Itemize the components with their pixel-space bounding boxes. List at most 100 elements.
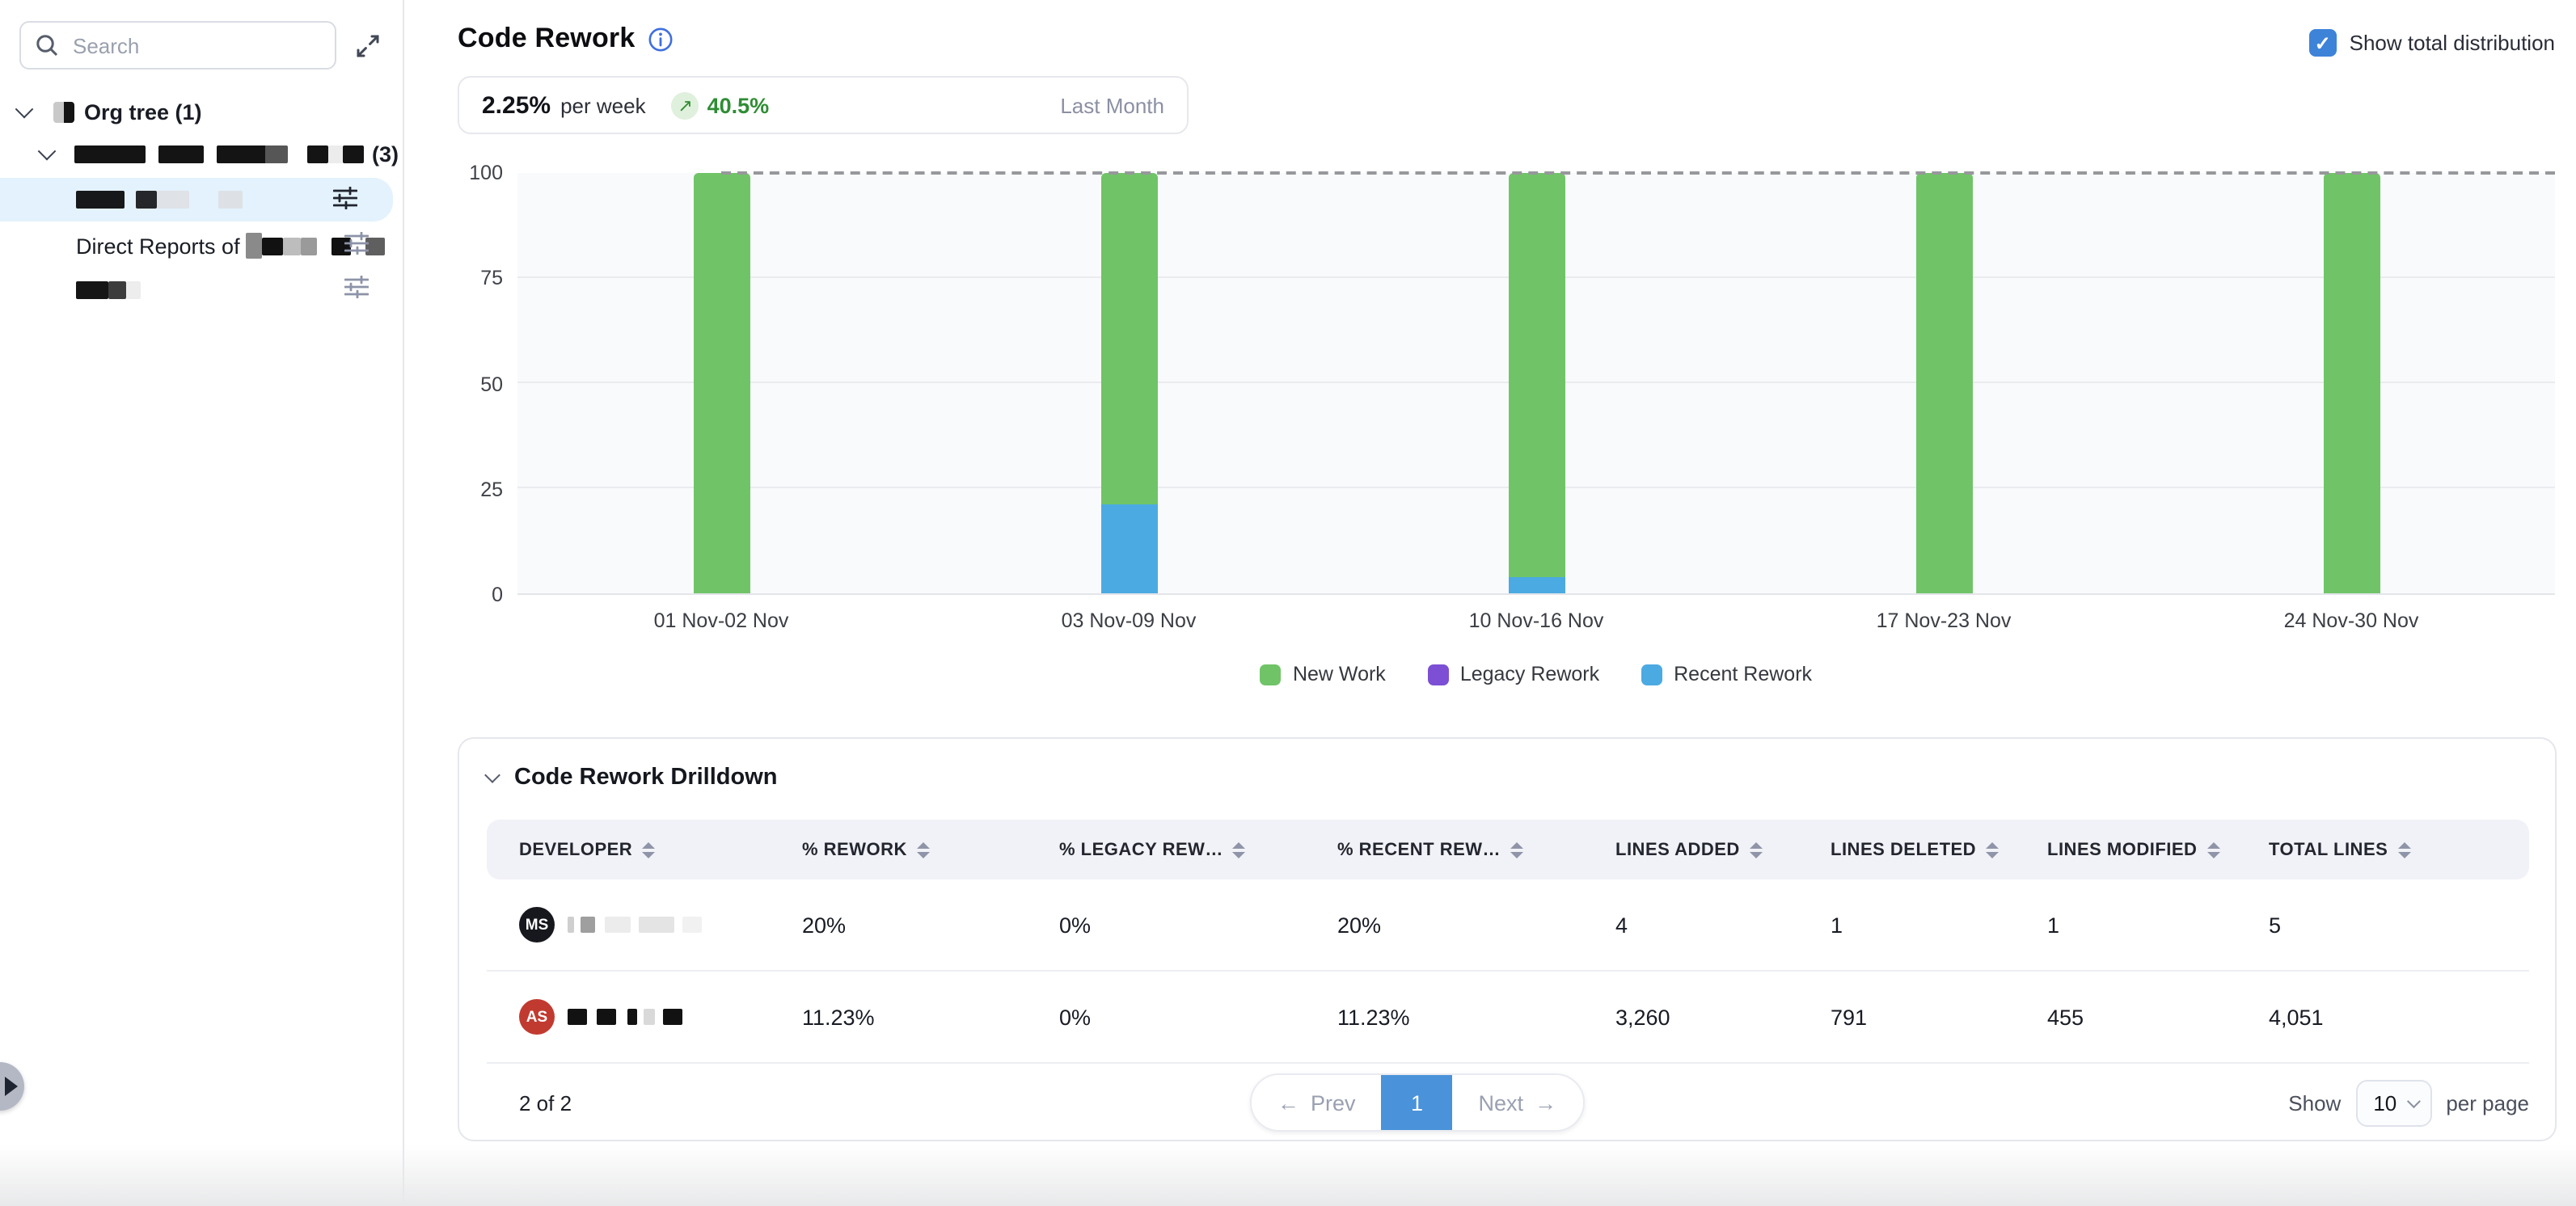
search-input[interactable]: [70, 32, 320, 59]
bar-stack[interactable]: [693, 173, 750, 593]
bar-segment-new-work[interactable]: [2323, 173, 2380, 593]
bar-stack[interactable]: [1915, 173, 1972, 593]
bar-segment-new-work[interactable]: [1100, 173, 1157, 505]
tree-row-org-root[interactable]: Org tree (1): [0, 91, 404, 133]
collapse-section-chevron-icon[interactable]: [484, 767, 500, 783]
sort-icon[interactable]: [1233, 841, 1246, 858]
rework-rate-value: 2.25%: [482, 91, 551, 119]
filter-settings-icon[interactable]: [333, 186, 357, 213]
pct-rework-cell: 11.23%: [802, 1005, 1059, 1029]
legend-swatch: [1641, 664, 1662, 685]
bar-10 Nov-16 Nov[interactable]: [1332, 173, 1740, 593]
column-header-pct-legacy-rework[interactable]: % LEGACY REW…: [1059, 840, 1337, 859]
bar-segment-new-work[interactable]: [693, 173, 750, 593]
sort-icon[interactable]: [1986, 841, 1999, 858]
sort-icon[interactable]: [1750, 841, 1763, 858]
tree-row-direct-reports[interactable]: Direct Reports of: [0, 225, 404, 267]
legend-swatch: [1428, 664, 1449, 685]
sort-icon[interactable]: [1510, 841, 1523, 858]
rework-stacked-bar-chart: 0255075100 01 Nov-02 Nov03 Nov-09 Nov10 …: [458, 173, 2576, 690]
tree-row-group[interactable]: (3): [0, 133, 404, 175]
column-label: LINES ADDED: [1615, 840, 1740, 859]
sort-icon[interactable]: [2206, 841, 2219, 858]
bar-segment-new-work[interactable]: [1915, 173, 1972, 593]
filter-settings-icon[interactable]: [344, 276, 369, 303]
redacted-text: [108, 280, 126, 298]
table-row[interactable]: AS 11.23% 0% 11.23% 3,260 791 455 4,051: [487, 972, 2529, 1064]
bar-stack[interactable]: [1508, 173, 1565, 593]
column-header-developer[interactable]: DEVELOPER: [487, 840, 802, 859]
prev-page-button[interactable]: ← Prev: [1252, 1075, 1382, 1130]
redacted-text: [663, 1009, 682, 1025]
rework-rate-unit: per week: [560, 93, 646, 117]
x-tick-label: 24 Nov-30 Nov: [2147, 609, 2555, 632]
table-footer: 2 of 2 ← Prev 1 Next → Show 10: [487, 1064, 2529, 1141]
bar-segment-recent-rework[interactable]: [1508, 576, 1565, 593]
redacted-text: [136, 191, 157, 209]
sort-icon[interactable]: [2397, 841, 2410, 858]
bar-03 Nov-09 Nov[interactable]: [925, 173, 1332, 593]
redacted-text: [627, 1009, 637, 1025]
trend-up-arrow-icon: ↗: [672, 91, 699, 119]
filter-settings-icon[interactable]: [344, 232, 369, 259]
pct-legacy-cell: 0%: [1059, 913, 1337, 937]
page-1-button[interactable]: 1: [1382, 1075, 1453, 1130]
tree-row-selected-team[interactable]: [0, 178, 393, 221]
chevron-down-icon[interactable]: [38, 142, 57, 161]
chart-legend: New Work Legacy Rework Recent Rework: [517, 663, 2555, 685]
redacted-text: [639, 917, 674, 933]
search-box[interactable]: [19, 21, 336, 70]
sort-icon[interactable]: [917, 841, 930, 858]
column-header-pct-rework[interactable]: % REWORK: [802, 840, 1059, 859]
bar-plot: [517, 173, 2555, 595]
pct-rework-cell: 20%: [802, 913, 1059, 937]
redacted-text: [581, 917, 595, 933]
avatar: MS: [519, 907, 555, 942]
show-total-distribution-label: Show total distribution: [2350, 31, 2555, 55]
x-axis: 01 Nov-02 Nov03 Nov-09 Nov10 Nov-16 Nov1…: [517, 609, 2555, 632]
sort-icon[interactable]: [642, 841, 655, 858]
bar-segment-recent-rework[interactable]: [1100, 505, 1157, 593]
sidebar-collapse-toggle[interactable]: [0, 1062, 24, 1111]
redacted-text: [74, 145, 146, 162]
bar-stack[interactable]: [1100, 173, 1157, 593]
info-icon[interactable]: [648, 27, 672, 51]
group-count-label: (3): [372, 141, 399, 166]
caret-right-icon: [5, 1077, 18, 1096]
y-tick-label: 100: [469, 162, 503, 184]
trend-value: 40.5%: [707, 93, 770, 117]
legend-item-legacy-rework[interactable]: Legacy Rework: [1428, 663, 1599, 685]
redacted-text: [605, 917, 631, 933]
per-page-label: per page: [2446, 1090, 2529, 1115]
tree-row-member[interactable]: [0, 268, 404, 310]
legend-swatch: [1261, 664, 1282, 685]
arrow-right-icon: →: [1535, 1090, 1556, 1115]
show-total-distribution-checkbox[interactable]: ✓: [2309, 29, 2337, 57]
y-axis: 0255075100: [458, 173, 503, 595]
column-header-lines-deleted[interactable]: LINES DELETED: [1831, 840, 2047, 859]
next-page-button[interactable]: Next →: [1453, 1075, 1583, 1130]
bar-17 Nov-23 Nov[interactable]: [1740, 173, 2147, 593]
bar-24 Nov-30 Nov[interactable]: [2147, 173, 2555, 593]
redacted-text: [568, 1009, 587, 1025]
table-row[interactable]: MS 20% 0% 20% 4 1 1 5: [487, 879, 2529, 972]
column-header-pct-recent-rework[interactable]: % RECENT REW…: [1337, 840, 1615, 859]
column-label: % RECENT REW…: [1337, 840, 1501, 859]
redacted-text: [328, 145, 343, 162]
redacted-text: [644, 1009, 655, 1025]
chevron-down-icon[interactable]: [15, 100, 34, 119]
redacted-text: [76, 280, 108, 298]
expand-sidebar-icon[interactable]: [353, 31, 382, 60]
bar-01 Nov-02 Nov[interactable]: [517, 173, 925, 593]
page-size-select[interactable]: 10: [2355, 1079, 2431, 1126]
pct-recent-cell: 11.23%: [1337, 1005, 1615, 1029]
row-count-summary: 2 of 2: [487, 1090, 572, 1115]
legend-item-new-work[interactable]: New Work: [1261, 663, 1386, 685]
legend-item-recent-rework[interactable]: Recent Rework: [1641, 663, 1812, 685]
column-header-lines-added[interactable]: LINES ADDED: [1615, 840, 1831, 859]
column-header-lines-modified[interactable]: LINES MODIFIED: [2047, 840, 2269, 859]
bar-stack[interactable]: [2323, 173, 2380, 593]
column-header-total-lines[interactable]: TOTAL LINES: [2269, 840, 2529, 859]
developer-cell: AS: [487, 999, 802, 1035]
bar-segment-new-work[interactable]: [1508, 173, 1565, 576]
